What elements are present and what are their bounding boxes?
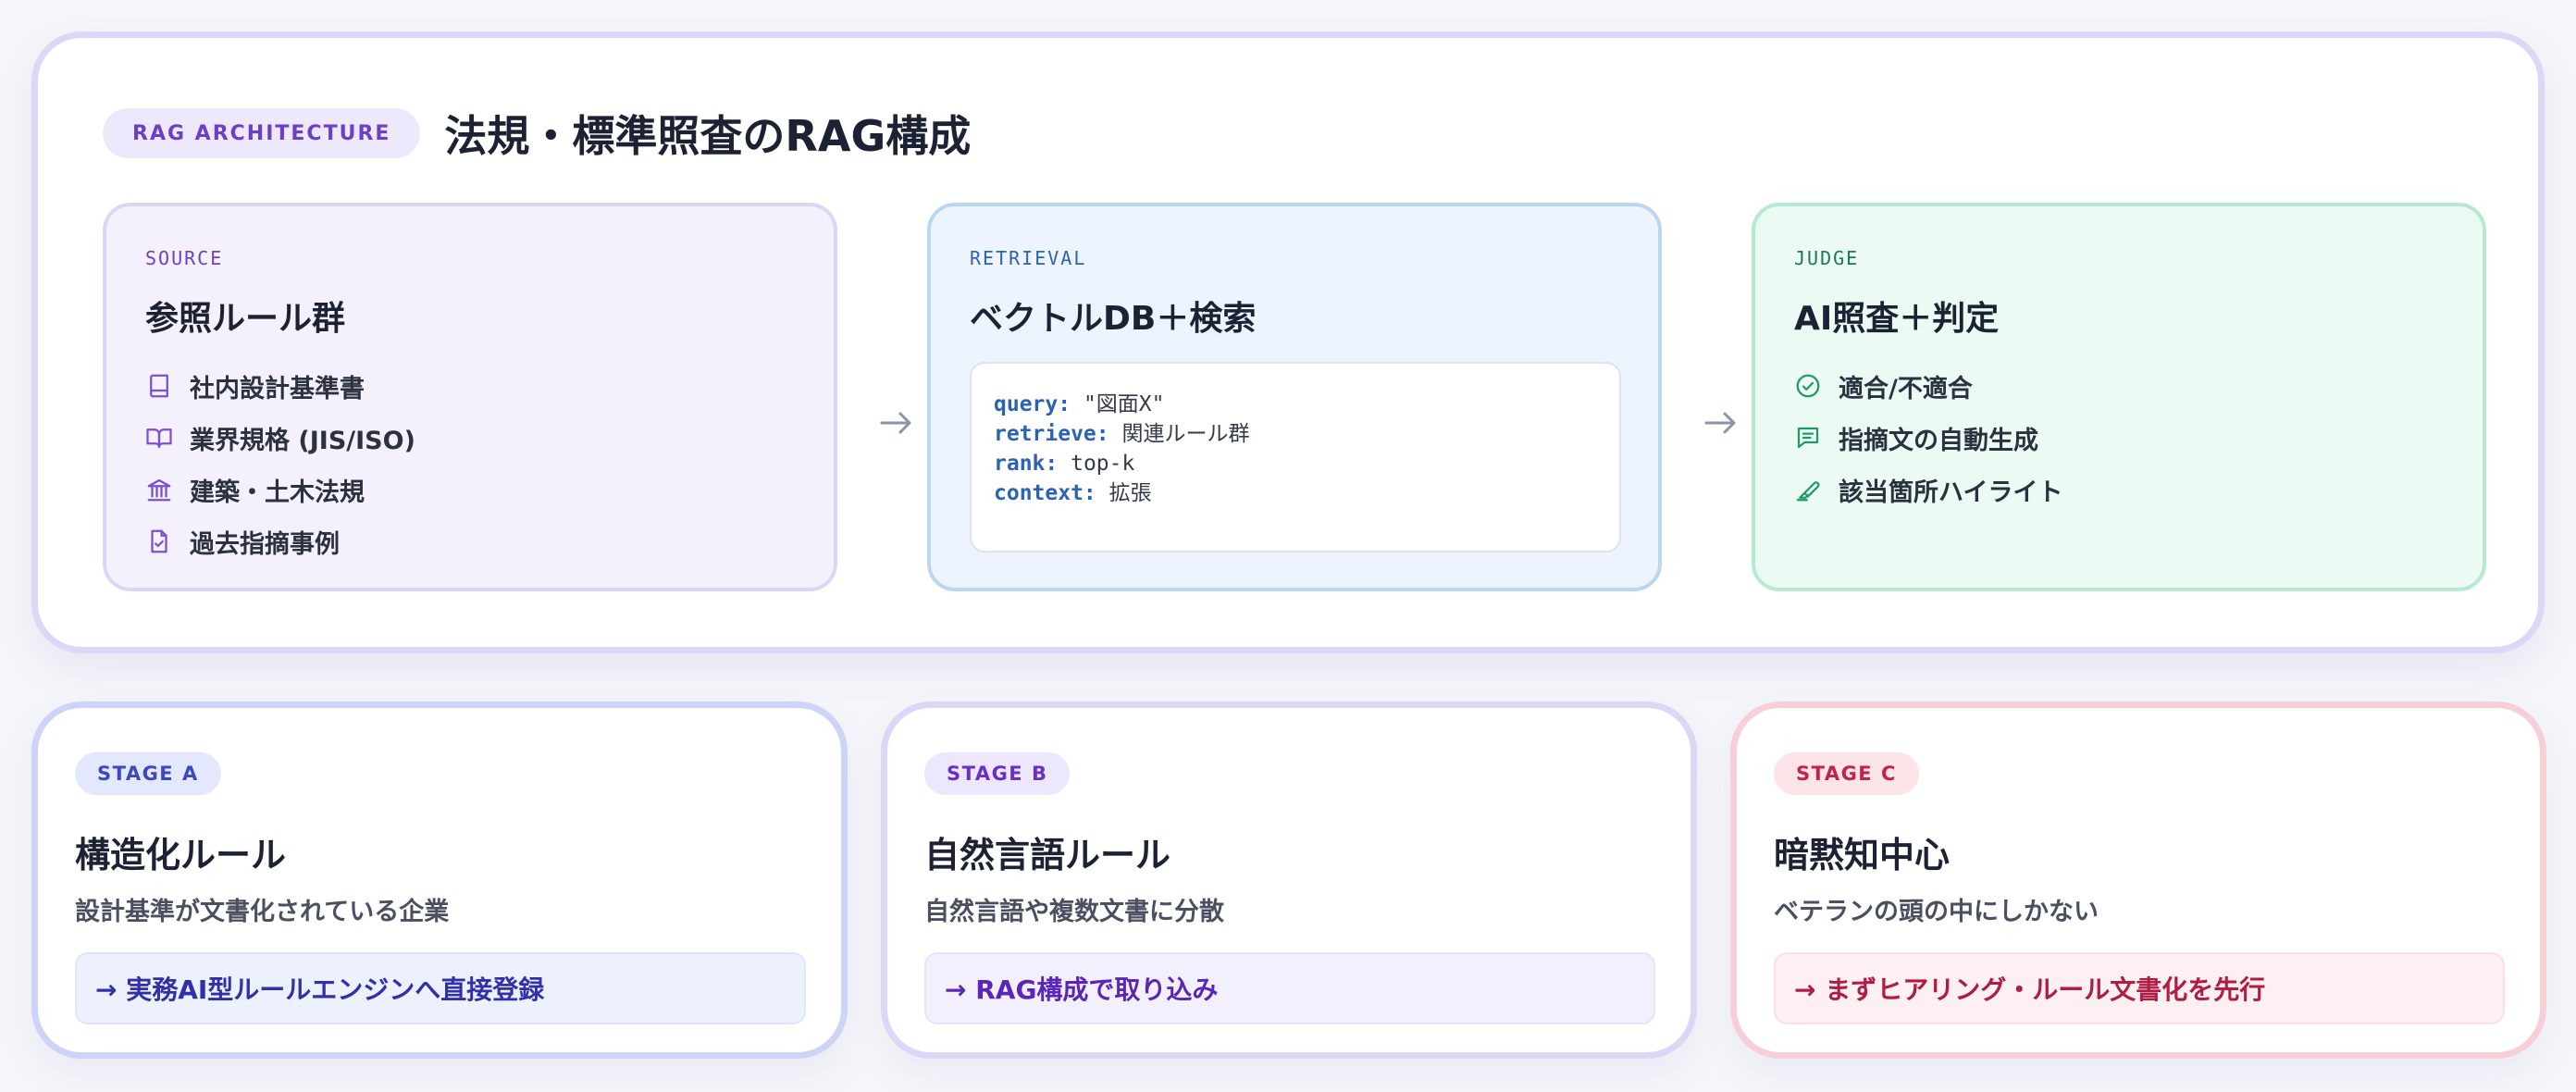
- arrow-right-icon: [1704, 412, 1736, 434]
- code-line: rank: top-k: [994, 449, 1597, 478]
- stage-action: → まずヒアリング・ルール文書化を先行: [1774, 952, 2505, 1024]
- stage-description: 設計基準が文書化されている企業: [75, 898, 450, 926]
- code-key: rank:: [994, 452, 1059, 476]
- retrieval-code-block: query: "図面X" retrieve: 関連ルール群 rank: top-…: [970, 362, 1621, 552]
- stage-description: ベテランの頭の中にしかない: [1774, 898, 2099, 926]
- stage-b-card: STAGE B 自然言語ルール 自然言語や複数文書に分散 → RAG構成で取り込…: [881, 701, 1697, 1059]
- source-column: SOURCE 参照ルール群 社内設計基準書 業界規格 (JIS/ISO) 建築・…: [103, 203, 837, 591]
- source-item-label: 過去指摘事例: [190, 529, 340, 559]
- source-list: 社内設計基準書 業界規格 (JIS/ISO) 建築・土木法規 過去指摘事例: [145, 360, 415, 567]
- stage-c-card: STAGE C 暗黙知中心 ベテランの頭の中にしかない → まずヒアリング・ルー…: [1730, 701, 2546, 1059]
- stage-action: → RAG構成で取り込み: [924, 952, 1655, 1024]
- source-item-label: 社内設計基準書: [190, 374, 365, 403]
- code-key: context:: [994, 481, 1096, 505]
- stage-title: 構造化ルール: [75, 835, 287, 875]
- document-check-icon: [151, 529, 167, 553]
- list-item: 過去指摘事例: [145, 515, 415, 567]
- open-book-icon: [146, 428, 172, 449]
- retrieval-title: ベクトルDB＋検索: [970, 300, 1257, 338]
- code-line: retrieve: 関連ルール群: [994, 419, 1597, 449]
- stage-a-card: STAGE A 構造化ルール 設計基準が文書化されている企業 → 実務AI型ルー…: [31, 701, 848, 1059]
- book-icon: [150, 374, 168, 398]
- stage-description: 自然言語や複数文書に分散: [924, 898, 1224, 926]
- arrow-right-icon: [880, 412, 911, 434]
- retrieval-column: RETRIEVAL ベクトルDB＋検索 query: "図面X" retriev…: [927, 203, 1662, 591]
- source-item-label: 建築・土木法規: [190, 478, 365, 507]
- architecture-header: RAG ARCHITECTURE 法規・標準照査のRAG構成: [103, 103, 971, 164]
- code-key: query:: [994, 392, 1071, 416]
- rag-architecture-panel: RAG ARCHITECTURE 法規・標準照査のRAG構成 SOURCE 参照…: [31, 31, 2545, 653]
- check-circle-icon: [1796, 374, 1820, 398]
- judge-list: 適合/不適合 指摘文の自動生成 該当箇所ハイライト: [1794, 360, 2062, 515]
- highlighter-icon: [1796, 481, 1820, 502]
- retrieval-label: RETRIEVAL: [970, 247, 1087, 269]
- building-columns-icon: [147, 478, 171, 502]
- code-value: 関連ルール群: [1108, 422, 1250, 446]
- code-key: retrieve:: [994, 422, 1109, 446]
- source-title: 参照ルール群: [145, 300, 346, 338]
- stage-tag: STAGE B: [924, 752, 1071, 795]
- judge-column: JUDGE AI照査＋判定 適合/不適合 指摘文の自動生成 該当箇所ハイライト: [1752, 203, 2486, 591]
- architecture-tag: RAG ARCHITECTURE: [103, 108, 421, 158]
- judge-item-label: 指摘文の自動生成: [1839, 426, 2038, 455]
- code-value: 拡張: [1096, 481, 1152, 505]
- code-value: top-k: [1058, 452, 1135, 476]
- list-item: 社内設計基準書: [145, 360, 415, 412]
- source-label: SOURCE: [145, 247, 224, 269]
- code-line: context: 拡張: [994, 478, 1597, 508]
- judge-title: AI照査＋判定: [1794, 300, 2000, 338]
- stage-tag: STAGE A: [75, 752, 221, 795]
- code-line: query: "図面X": [994, 390, 1597, 419]
- architecture-title: 法規・標準照査のRAG構成: [444, 111, 972, 161]
- judge-label: JUDGE: [1794, 247, 1860, 269]
- stage-title: 自然言語ルール: [924, 835, 1171, 875]
- list-item: 建築・土木法規: [145, 464, 415, 515]
- list-item: 業界規格 (JIS/ISO): [145, 412, 415, 464]
- judge-item-label: 適合/不適合: [1839, 374, 1973, 403]
- source-item-label: 業界規格 (JIS/ISO): [190, 426, 415, 455]
- stage-title: 暗黙知中心: [1774, 835, 1951, 875]
- message-lines-icon: [1797, 427, 1819, 449]
- list-item: 該当箇所ハイライト: [1794, 464, 2062, 515]
- list-item: 適合/不適合: [1794, 360, 2062, 412]
- code-value: "図面X": [1071, 392, 1165, 416]
- stage-action: → 実務AI型ルールエンジンへ直接登録: [75, 952, 806, 1024]
- stage-tag: STAGE C: [1774, 752, 1919, 795]
- judge-item-label: 該当箇所ハイライト: [1839, 478, 2063, 507]
- list-item: 指摘文の自動生成: [1794, 412, 2062, 464]
